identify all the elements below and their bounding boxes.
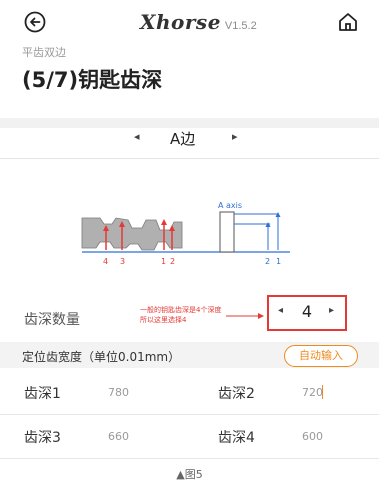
key-blade-shape <box>81 217 183 251</box>
side-selector: ◂ A边 ▸ <box>0 128 379 154</box>
depth-label-1: 齿深1 <box>24 386 61 402</box>
depth-label-4: 齿深4 <box>218 430 255 446</box>
app-version: V1.5.2 <box>224 20 257 32</box>
brand-name: Xhorse <box>140 10 221 34</box>
depth-label-2: 齿深2 <box>218 386 255 402</box>
depth-count-label: 齿深数量 <box>24 312 80 328</box>
section-label: 定位齿宽度（单位0.01mm） <box>22 350 181 364</box>
depth-label-3: 齿深3 <box>24 430 61 446</box>
depth-value-4[interactable]: 600 <box>302 430 323 443</box>
depth-count-stepper[interactable]: ◂ 4 ▸ <box>267 295 347 331</box>
cut-number-4: 4 <box>103 257 108 266</box>
axis-label: A axis <box>218 201 242 210</box>
page-title: (5/7)钥匙齿深 <box>22 68 163 92</box>
annotation-note: 一般的钥匙齿深是4个深度 所以这里选择4 <box>140 305 221 325</box>
auto-input-button[interactable]: 自动输入 <box>284 345 358 367</box>
depth-value-3[interactable]: 660 <box>108 430 129 443</box>
row-divider <box>0 458 379 459</box>
divider <box>0 158 379 159</box>
axis-number-1: 1 <box>276 257 281 266</box>
axis-number-2: 2 <box>265 257 270 266</box>
home-button[interactable] <box>335 9 361 35</box>
prev-side-button[interactable]: ◂ <box>134 130 140 143</box>
brand-logo: Xhorse V1.5.2 <box>140 10 257 34</box>
key-profile <box>219 211 235 253</box>
annotation-line-2: 所以这里选择4 <box>140 316 187 324</box>
annotation-arrow-icon <box>226 313 264 319</box>
page-subtitle: 平齿双边 <box>22 46 66 59</box>
depth-field-1[interactable]: 齿深1 780 <box>24 370 204 414</box>
section-header: 定位齿宽度（单位0.01mm） 自动输入 <box>0 342 379 368</box>
figure-caption: ▲图5 <box>176 468 203 481</box>
key-depth-diagram: 4 3 1 2 A axis 2 1 <box>81 201 290 266</box>
decrement-button[interactable]: ◂ <box>278 305 283 316</box>
depth-count-row: 齿深数量 一般的钥匙齿深是4个深度 所以这里选择4 ◂ 4 ▸ <box>0 290 379 340</box>
depth-field-4[interactable]: 齿深4 600 <box>218 414 368 458</box>
home-icon <box>339 13 357 31</box>
depth-field-2[interactable]: 齿深2 720 <box>218 370 368 414</box>
depth-value-1[interactable]: 780 <box>108 386 129 399</box>
depth-field-3[interactable]: 齿深3 660 <box>24 414 204 458</box>
app-header: Xhorse V1.5.2 平齿双边 (5/7)钥匙齿深 <box>0 0 379 118</box>
cut-number-2: 2 <box>170 257 175 266</box>
increment-button[interactable]: ▸ <box>329 305 334 316</box>
back-arrow-icon <box>24 11 46 33</box>
depth-count-value: 4 <box>301 302 313 321</box>
cut-arrow-1-head <box>161 219 167 225</box>
side-label: A边 <box>170 130 196 148</box>
section-separator <box>0 118 379 128</box>
annotation-line-1: 一般的钥匙齿深是4个深度 <box>140 306 222 314</box>
next-side-button[interactable]: ▸ <box>232 130 238 143</box>
text-caret <box>322 385 323 399</box>
cut-number-3: 3 <box>120 257 125 266</box>
cut-number-1: 1 <box>161 257 166 266</box>
depth-value-2[interactable]: 720 <box>302 386 323 399</box>
back-button[interactable] <box>22 9 48 35</box>
